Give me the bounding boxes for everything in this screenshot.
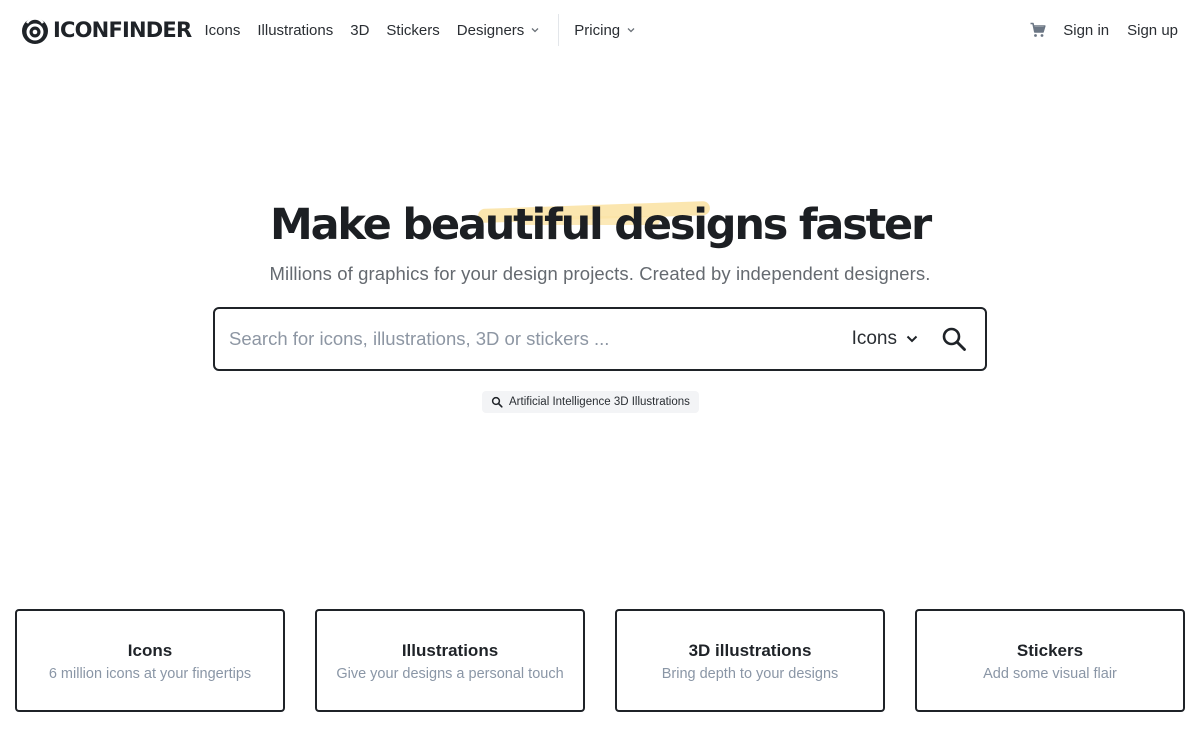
nav-icons-label: Icons bbox=[204, 21, 241, 39]
nav-3d-label: 3D bbox=[350, 21, 370, 39]
nav-designers-label: Designers bbox=[456, 21, 525, 39]
card-title: Stickers bbox=[1016, 641, 1084, 660]
sign-in-link[interactable]: Sign in bbox=[1063, 22, 1109, 39]
top-navbar: ICONFINDER Icons Illustrations 3D Sticke… bbox=[0, 0, 1200, 60]
chevron-down-icon bbox=[627, 28, 635, 33]
search-input[interactable] bbox=[215, 309, 852, 369]
card-title: Illustrations bbox=[401, 641, 499, 660]
nav-illustrations[interactable]: Illustrations bbox=[249, 22, 342, 39]
nav-icons[interactable]: Icons bbox=[196, 22, 249, 39]
chevron-down-icon bbox=[906, 335, 918, 343]
nav-divider bbox=[557, 14, 559, 46]
logo-text: ICONFINDER bbox=[53, 17, 192, 42]
chevron-down-icon bbox=[531, 28, 539, 33]
card-description: Bring depth to your designs bbox=[661, 666, 839, 682]
sign-up-link[interactable]: Sign up bbox=[1127, 22, 1178, 39]
account-nav: Sign in Sign up bbox=[1029, 0, 1178, 60]
suggestion-label: Artificial Intelligence 3D Illustrations bbox=[509, 396, 690, 408]
category-card-icons[interactable]: Icons 6 million icons at your fingertips bbox=[15, 609, 285, 712]
card-title: 3D illustrations bbox=[688, 641, 812, 660]
nav-stickers-label: Stickers bbox=[386, 21, 440, 39]
search-type-value: Icons bbox=[851, 328, 897, 349]
hero-title: Make beautiful designs faster bbox=[270, 200, 932, 250]
card-description: Give your designs a personal touch bbox=[336, 666, 564, 682]
nav-designers-dropdown[interactable]: Designers bbox=[448, 22, 549, 39]
main-nav: Icons Illustrations 3D Stickers Designer… bbox=[196, 0, 645, 60]
iconfinder-logo[interactable]: ICONFINDER bbox=[20, 14, 192, 46]
cart-icon[interactable] bbox=[1029, 21, 1047, 39]
search-type-dropdown[interactable]: Icons bbox=[852, 328, 919, 350]
nav-pricing-label: Pricing bbox=[574, 21, 621, 39]
search-bar: Icons bbox=[213, 307, 987, 371]
card-description: 6 million icons at your fingertips bbox=[48, 666, 252, 682]
card-description: Add some visual flair bbox=[983, 666, 1117, 682]
card-title: Icons bbox=[127, 641, 173, 660]
search-icon bbox=[491, 396, 503, 408]
category-card-stickers[interactable]: Stickers Add some visual flair bbox=[915, 609, 1185, 712]
hero-subtitle: Millions of graphics for your design pro… bbox=[269, 263, 931, 284]
nav-stickers[interactable]: Stickers bbox=[378, 22, 448, 39]
nav-illustrations-label: Illustrations bbox=[257, 21, 334, 39]
category-card-illustrations[interactable]: Illustrations Give your designs a person… bbox=[315, 609, 585, 712]
search-icon[interactable] bbox=[941, 326, 967, 352]
search-suggestion-chip[interactable]: Artificial Intelligence 3D Illustrations bbox=[482, 391, 699, 413]
nav-3d[interactable]: 3D bbox=[342, 22, 378, 39]
nav-pricing-dropdown[interactable]: Pricing bbox=[566, 22, 645, 39]
category-card-3d-illustrations[interactable]: 3D illustrations Bring depth to your des… bbox=[615, 609, 885, 712]
iconfinder-logo-icon bbox=[22, 17, 48, 44]
